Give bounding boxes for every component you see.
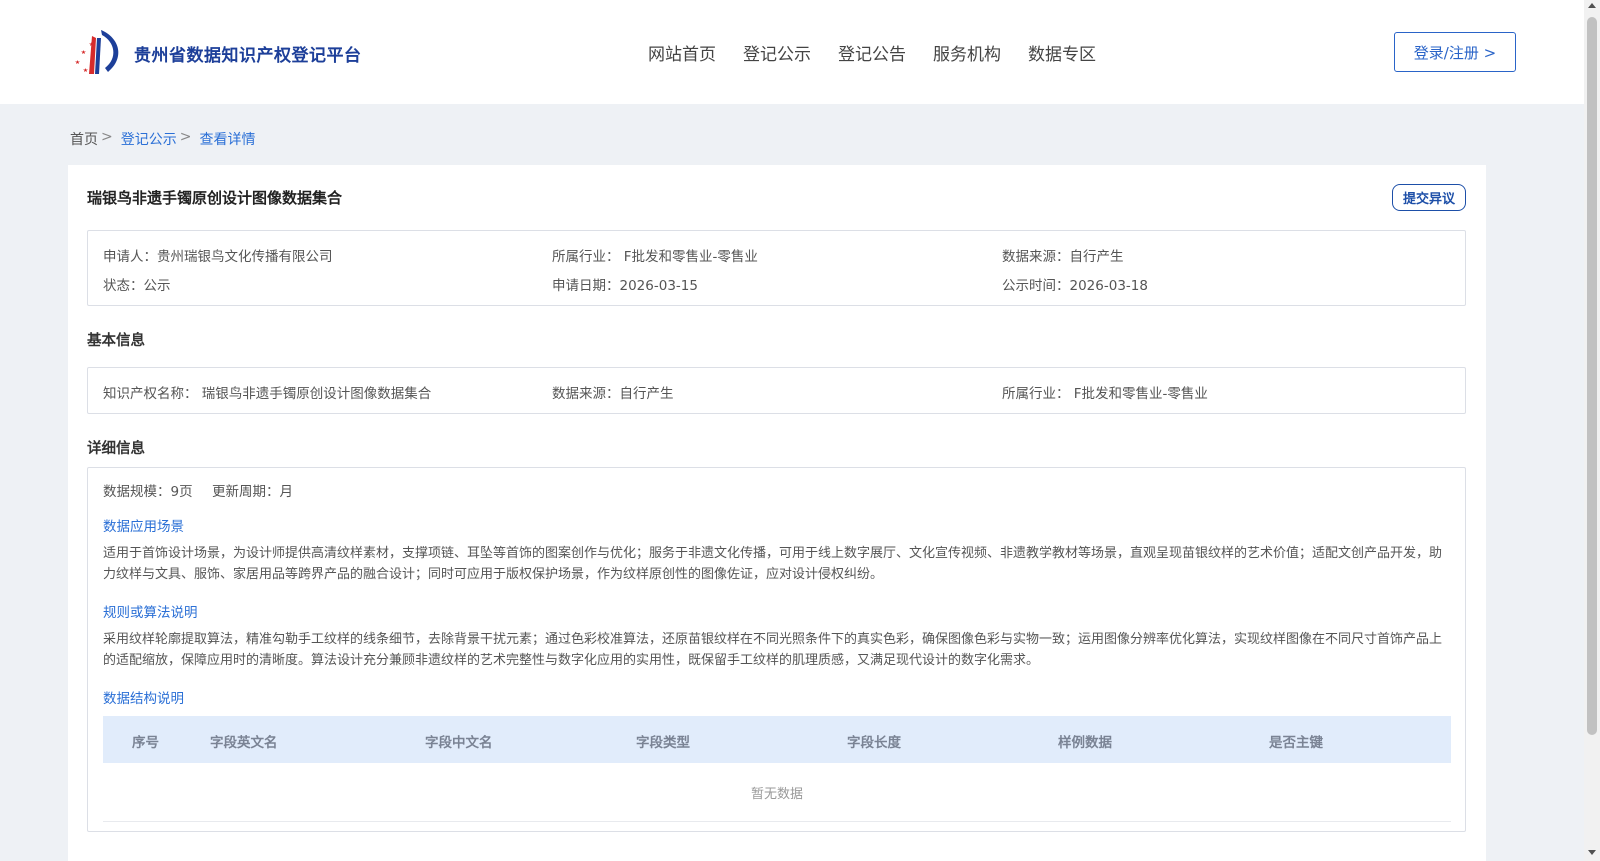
detail-card: 瑞银鸟非遗手镯原创设计图像数据集合 提交异议 申请人：贵州瑞银鸟文化传播有限公司… bbox=[68, 165, 1486, 861]
nav-home[interactable]: 网站首页 bbox=[648, 40, 716, 65]
nav-registration-announcement[interactable]: 登记公告 bbox=[838, 40, 906, 65]
column-header: 字段长度 bbox=[847, 735, 901, 751]
column-header: 字段中文名 bbox=[425, 735, 493, 751]
structure-table-header: 序号 字段英文名 字段中文名 字段类型 字段长度 样例数据 是否主键 bbox=[103, 716, 1451, 763]
page-title: 瑞银鸟非遗手镯原创设计图像数据集合 bbox=[87, 189, 343, 207]
main-nav: 网站首页 登记公示 登记公告 服务机构 数据专区 bbox=[648, 40, 1123, 65]
publish-date: 公示时间：2026-03-18 bbox=[1002, 278, 1148, 294]
breadcrumb: 首页 > 登记公示 > 查看详情 bbox=[70, 129, 255, 149]
structure-title: 数据结构说明 bbox=[103, 691, 184, 707]
breadcrumb-separator: > bbox=[179, 129, 192, 145]
page-scrollbar[interactable] bbox=[1584, 0, 1600, 861]
scenario-title: 数据应用场景 bbox=[103, 519, 184, 535]
structure-table-body: 暂无数据 bbox=[103, 763, 1451, 822]
detail-info-title: 详细信息 bbox=[87, 441, 145, 457]
algorithm-text: 采用纹样轮廓提取算法，精准勾勒手工纹样的线条细节，去除背景干扰元素；通过色彩校准… bbox=[103, 632, 1443, 668]
column-header: 字段英文名 bbox=[210, 735, 278, 751]
empty-data-text: 暂无数据 bbox=[750, 787, 803, 802]
column-header: 序号 bbox=[132, 735, 159, 751]
summary-box: 申请人：贵州瑞银鸟文化传播有限公司 所属行业： F批发和零售业-零售业 数据来源… bbox=[87, 230, 1466, 306]
algorithm-title: 规则或算法说明 bbox=[103, 605, 198, 621]
data-scale: 数据规模：9页 bbox=[103, 484, 193, 500]
breadcrumb-separator: > bbox=[101, 129, 113, 145]
industry: 所属行业： F批发和零售业-零售业 bbox=[552, 249, 758, 265]
emblem-icon bbox=[75, 30, 119, 74]
column-header: 是否主键 bbox=[1269, 735, 1323, 751]
login-register-button[interactable]: 登录/注册 > bbox=[1394, 32, 1516, 72]
ip-name: 知识产权名称： 瑞银鸟非遗手镯原创设计图像数据集合 bbox=[103, 386, 432, 402]
apply-date: 申请日期：2026-03-15 bbox=[552, 278, 698, 294]
scroll-down-arrow-icon[interactable] bbox=[1588, 850, 1596, 855]
nav-data-zone[interactable]: 数据专区 bbox=[1028, 40, 1096, 65]
detail-info-box: 数据规模：9页 更新周期：月 数据应用场景 适用于首饰设计场景，为设计师提供高清… bbox=[87, 467, 1466, 832]
applicant: 申请人：贵州瑞银鸟文化传播有限公司 bbox=[103, 249, 333, 265]
scroll-thumb[interactable] bbox=[1587, 17, 1597, 735]
submit-objection-button[interactable]: 提交异议 bbox=[1392, 184, 1466, 211]
column-header: 样例数据 bbox=[1058, 735, 1112, 751]
basic-industry: 所属行业： F批发和零售业-零售业 bbox=[1002, 386, 1208, 402]
basic-data-source: 数据来源：自行产生 bbox=[552, 386, 674, 402]
column-header: 字段类型 bbox=[636, 735, 690, 751]
logo-text: 贵州省数据知识产权登记平台 bbox=[134, 45, 362, 66]
site-header: 贵州省数据知识产权登记平台 网站首页 登记公示 登记公告 服务机构 数据专区 登… bbox=[0, 0, 1584, 104]
basic-info-title: 基本信息 bbox=[87, 333, 145, 349]
nav-registration-publicity[interactable]: 登记公示 bbox=[743, 40, 811, 65]
scroll-up-arrow-icon[interactable] bbox=[1588, 3, 1596, 8]
site-logo[interactable]: 贵州省数据知识产权登记平台 bbox=[70, 28, 362, 78]
nav-service-agencies[interactable]: 服务机构 bbox=[933, 40, 1001, 65]
scenario-text: 适用于首饰设计场景，为设计师提供高清纹样素材，支撑项链、耳坠等首饰的图案创作与优… bbox=[103, 546, 1443, 582]
breadcrumb-list[interactable]: 登记公示 bbox=[121, 129, 177, 149]
basic-info-box: 知识产权名称： 瑞银鸟非遗手镯原创设计图像数据集合 数据来源：自行产生 所属行业… bbox=[87, 367, 1466, 414]
update-cycle: 更新周期：月 bbox=[212, 484, 293, 500]
breadcrumb-current: 查看详情 bbox=[199, 132, 256, 148]
data-source: 数据来源：自行产生 bbox=[1002, 249, 1124, 265]
breadcrumb-home[interactable]: 首页 bbox=[70, 129, 98, 149]
status: 状态：公示 bbox=[103, 278, 171, 294]
